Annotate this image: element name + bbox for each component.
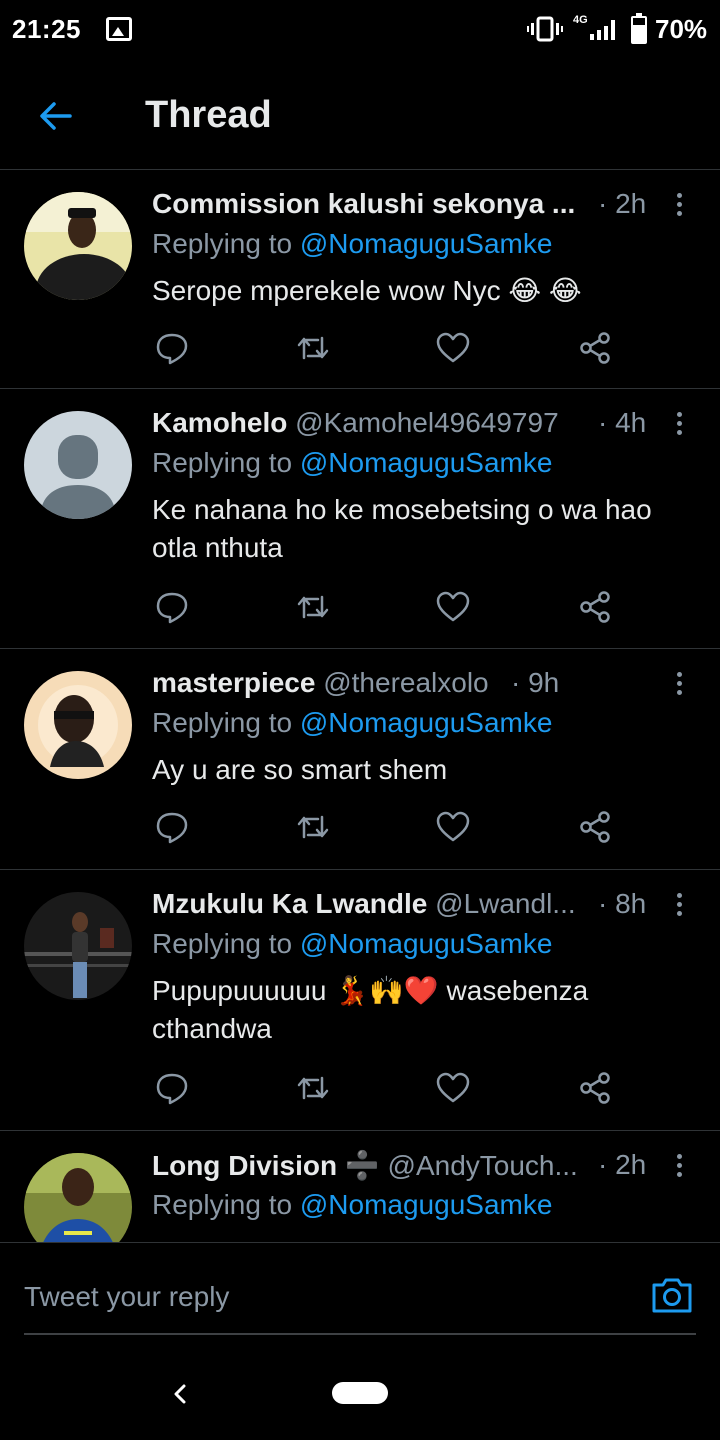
display-name[interactable]: Long Division ➗ — [152, 1150, 380, 1181]
share-icon[interactable] — [577, 1070, 617, 1110]
avatar[interactable] — [24, 192, 132, 300]
camera-icon[interactable] — [650, 1273, 694, 1317]
tweet-text: Pupupuuuuuu 💃🙌❤️ wasebenza cthandwa — [152, 975, 589, 1044]
reply-icon[interactable] — [154, 589, 194, 629]
replying-label: Replying to — [152, 928, 300, 959]
tweet-actions — [152, 1070, 622, 1110]
image-notification-icon — [106, 17, 132, 41]
like-icon[interactable] — [435, 809, 475, 849]
replying-to: Replying to @NomaguguSamke — [152, 928, 552, 960]
user-handle[interactable]: @AndyTouch... — [380, 1150, 578, 1181]
like-icon[interactable] — [435, 589, 475, 629]
tweet[interactable]: masterpiece @therealxolo · 9h Replying t… — [0, 649, 720, 870]
reply-icon[interactable] — [154, 1070, 194, 1110]
tweet-time: · 9h — [511, 667, 560, 698]
vibrate-icon — [527, 16, 563, 42]
tweet-time: · 8h — [598, 888, 647, 919]
home-pill[interactable] — [332, 1382, 388, 1404]
nav-back-icon[interactable] — [168, 1378, 192, 1410]
share-icon[interactable] — [577, 330, 617, 370]
mention-link[interactable]: @NomaguguSamke — [300, 447, 553, 478]
reply-icon[interactable] — [154, 330, 194, 370]
header: Thread — [0, 62, 720, 170]
more-icon[interactable] — [667, 190, 691, 220]
more-icon[interactable] — [667, 890, 691, 920]
replying-label: Replying to — [152, 707, 300, 738]
tweet[interactable]: Commission kalushi sekonya ... · 2h Repl… — [0, 170, 720, 389]
tweet-header: Commission kalushi sekonya ... — [152, 188, 652, 224]
tweet-time: · 2h — [598, 188, 647, 219]
mention-link[interactable]: @NomaguguSamke — [300, 707, 553, 738]
tweet-actions — [152, 330, 622, 370]
back-arrow-icon[interactable] — [34, 94, 78, 138]
display-name[interactable]: Commission kalushi sekonya ... — [152, 188, 575, 219]
more-icon[interactable] — [667, 669, 691, 699]
network-type: 4G — [573, 14, 588, 26]
status-bar: 21:25 4G 70% — [0, 0, 720, 62]
tweet-time: · 2h — [598, 1149, 647, 1180]
display-name[interactable]: Mzukulu Ka Lwandle — [152, 888, 427, 919]
tweet-header: Mzukulu Ka Lwandle @Lwandl... — [152, 888, 582, 924]
tweet[interactable]: Long Division ➗ @AndyTouch... · 2h Reply… — [0, 1131, 720, 1242]
mention-link[interactable]: @NomaguguSamke — [300, 1189, 553, 1220]
tweet[interactable]: Mzukulu Ka Lwandle @Lwandl... · 8h Reply… — [0, 870, 720, 1131]
replying-to: Replying to @NomaguguSamke — [152, 447, 552, 479]
share-icon[interactable] — [577, 589, 617, 629]
share-icon[interactable] — [577, 809, 617, 849]
tweet-header: Kamohelo @Kamohel49649797 — [152, 407, 652, 443]
like-icon[interactable] — [435, 1070, 475, 1110]
replying-to: Replying to @NomaguguSamke — [152, 228, 552, 260]
mention-link[interactable]: @NomaguguSamke — [300, 228, 553, 259]
tweet-text: Ke nahana ho ke mosebetsing o wa hao otl… — [152, 494, 652, 563]
reply-input[interactable] — [24, 1275, 624, 1319]
tweet[interactable]: Kamohelo @Kamohel49649797 · 4h Replying … — [0, 389, 720, 649]
reply-bar — [0, 1242, 720, 1352]
user-handle[interactable]: @Kamohel49649797 — [287, 407, 559, 438]
reply-icon[interactable] — [154, 809, 194, 849]
tweet-header: masterpiece @therealxolo — [152, 667, 652, 703]
tweet-header: Long Division ➗ @AndyTouch... — [152, 1149, 592, 1185]
retweet-icon[interactable] — [295, 809, 335, 849]
replying-to: Replying to @NomaguguSamke — [152, 1189, 552, 1221]
display-name[interactable]: masterpiece — [152, 667, 315, 698]
replying-to: Replying to @NomaguguSamke — [152, 707, 552, 739]
replying-label: Replying to — [152, 1189, 300, 1220]
battery-percent: 70% — [655, 14, 708, 44]
user-handle[interactable]: @Lwandl... — [427, 888, 576, 919]
input-underline — [24, 1333, 696, 1335]
tweet-actions — [152, 809, 622, 849]
system-nav-bar — [0, 1352, 720, 1440]
user-handle[interactable]: @therealxolo — [315, 667, 488, 698]
avatar[interactable] — [24, 892, 132, 1000]
retweet-icon[interactable] — [295, 1070, 335, 1110]
page-title: Thread — [145, 94, 272, 136]
thread-feed[interactable]: Commission kalushi sekonya ... · 2h Repl… — [0, 170, 720, 1242]
retweet-icon[interactable] — [295, 589, 335, 629]
avatar[interactable] — [24, 1153, 132, 1242]
display-name[interactable]: Kamohelo — [152, 407, 287, 438]
more-icon[interactable] — [667, 1151, 691, 1181]
status-time: 21:25 — [12, 14, 81, 44]
battery-icon — [631, 13, 647, 44]
avatar[interactable] — [24, 671, 132, 779]
tweet-time: · 4h — [598, 407, 647, 438]
more-icon[interactable] — [667, 409, 691, 439]
replying-label: Replying to — [152, 447, 300, 478]
tweet-text: Ay u are so smart shem — [152, 754, 448, 785]
replying-label: Replying to — [152, 228, 300, 259]
signal-icon — [590, 20, 615, 40]
tweet-actions — [152, 589, 622, 629]
like-icon[interactable] — [435, 330, 475, 370]
retweet-icon[interactable] — [295, 330, 335, 370]
mention-link[interactable]: @NomaguguSamke — [300, 928, 553, 959]
avatar[interactable] — [24, 411, 132, 519]
tweet-text: Serope mperekele wow Nyc 😂 😂 — [152, 275, 582, 306]
